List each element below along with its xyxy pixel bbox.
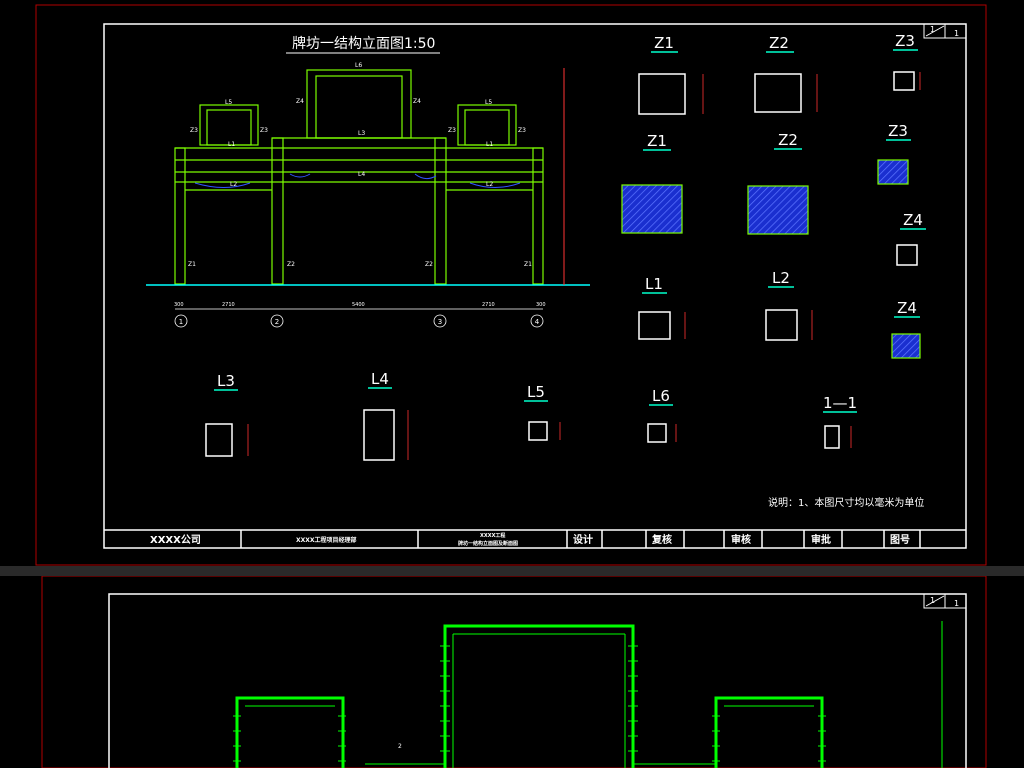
label-l2-left: L2 — [230, 181, 237, 188]
title-approve: 审批 — [811, 533, 831, 546]
title-design: 设计 — [573, 533, 593, 546]
section-title-l3: L3 — [217, 372, 235, 390]
section-boxes — [205, 71, 918, 461]
sheet2-number-top: 1 — [930, 596, 935, 605]
dim-end-left: 300 — [174, 302, 184, 308]
section-title-z1-top: Z1 — [654, 34, 674, 52]
label-z2-right: Z2 — [425, 261, 433, 268]
sheet2-number-bottom: 1 — [954, 599, 959, 608]
title-block — [104, 529, 966, 548]
label-z3-b: Z3 — [260, 127, 268, 134]
label-l2-right: L2 — [486, 181, 493, 188]
dim-span-mid: 5400 — [352, 302, 365, 308]
sheet1-canvas: 1 1 牌坊一结构立面图1:50 L6 L5 L5 Z4 Z4 Z3 Z3 Z3… — [35, 4, 987, 566]
label-l1-left: L1 — [228, 141, 235, 148]
title-company: XXXX公司 — [150, 534, 201, 546]
inner-frame — [103, 23, 967, 549]
sheet-number-bottom: 1 — [954, 29, 959, 38]
dim-span-left: 2710 — [222, 302, 235, 308]
label-l4: L4 — [358, 171, 365, 178]
label-l5-left: L5 — [225, 99, 232, 106]
section-title-z4-b: Z4 — [897, 299, 917, 317]
section-title-z3-mid: Z3 — [888, 122, 908, 140]
label-z1-left: Z1 — [188, 261, 196, 268]
label-z4-left: Z4 — [296, 98, 304, 105]
axis-label-4: 4 — [535, 318, 540, 326]
section-title-z1-mid: Z1 — [647, 132, 667, 150]
label-l5-right: L5 — [485, 99, 492, 106]
section-title-l2: L2 — [772, 269, 790, 287]
title-review: 审核 — [731, 533, 751, 546]
axis-label-2: 2 — [275, 318, 279, 326]
title-drawing-line1: XXXX工程 — [480, 532, 505, 539]
label-l1-right: L1 — [486, 141, 493, 148]
title-drawing-no: 图号 — [890, 534, 910, 546]
title-drawing-line2: 牌坊一结构立面图及断面图 — [458, 540, 518, 547]
section-title-z4-a: Z4 — [903, 211, 923, 229]
sheet2-canvas: 1 1 2 — [41, 576, 987, 768]
label-z3-a: Z3 — [190, 127, 198, 134]
label-z1-right: Z1 — [524, 261, 532, 268]
axis-label-1: 1 — [179, 318, 183, 326]
hatched-sections — [621, 159, 921, 359]
section-title-l4: L4 — [371, 370, 389, 388]
dim-end-right: 300 — [536, 302, 546, 308]
dim-span-right: 2710 — [482, 302, 495, 308]
sheet2-marker: 2 — [398, 743, 402, 750]
drawing-sheet-1: 1 1 牌坊一结构立面图1:50 L6 L5 L5 Z4 Z4 Z3 Z3 Z3… — [0, 0, 1024, 566]
sheet-separator — [0, 566, 1024, 576]
label-l6: L6 — [355, 62, 362, 69]
title-check: 复核 — [651, 533, 672, 546]
axis-label-3: 3 — [438, 318, 442, 326]
section-title-z2-mid: Z2 — [778, 131, 798, 149]
outer-frame-2 — [41, 576, 987, 768]
label-l3: L3 — [358, 130, 365, 137]
label-z2-left: Z2 — [287, 261, 295, 268]
label-z3-d: Z3 — [518, 127, 526, 134]
drawing-sheet-2: 1 1 2 — [0, 576, 1024, 768]
drawing-note: 说明：1、本图尺寸均以毫米为单位 — [768, 496, 924, 509]
label-z3-c: Z3 — [448, 127, 456, 134]
section-title-l6: L6 — [652, 387, 670, 405]
elevation-title: 牌坊一结构立面图1:50 — [292, 35, 435, 52]
section-title-z2-top: Z2 — [769, 34, 789, 52]
section-title-1-1: 1—1 — [823, 394, 857, 412]
section-title-l1: L1 — [645, 275, 663, 293]
section-title-l5: L5 — [527, 383, 545, 401]
section-title-z3-top: Z3 — [895, 32, 915, 50]
reinforcement-elevation — [235, 624, 824, 768]
title-project: XXXX工程项目经理部 — [296, 536, 357, 544]
sheet-number-top: 1 — [930, 25, 935, 34]
label-z4-right: Z4 — [413, 98, 421, 105]
